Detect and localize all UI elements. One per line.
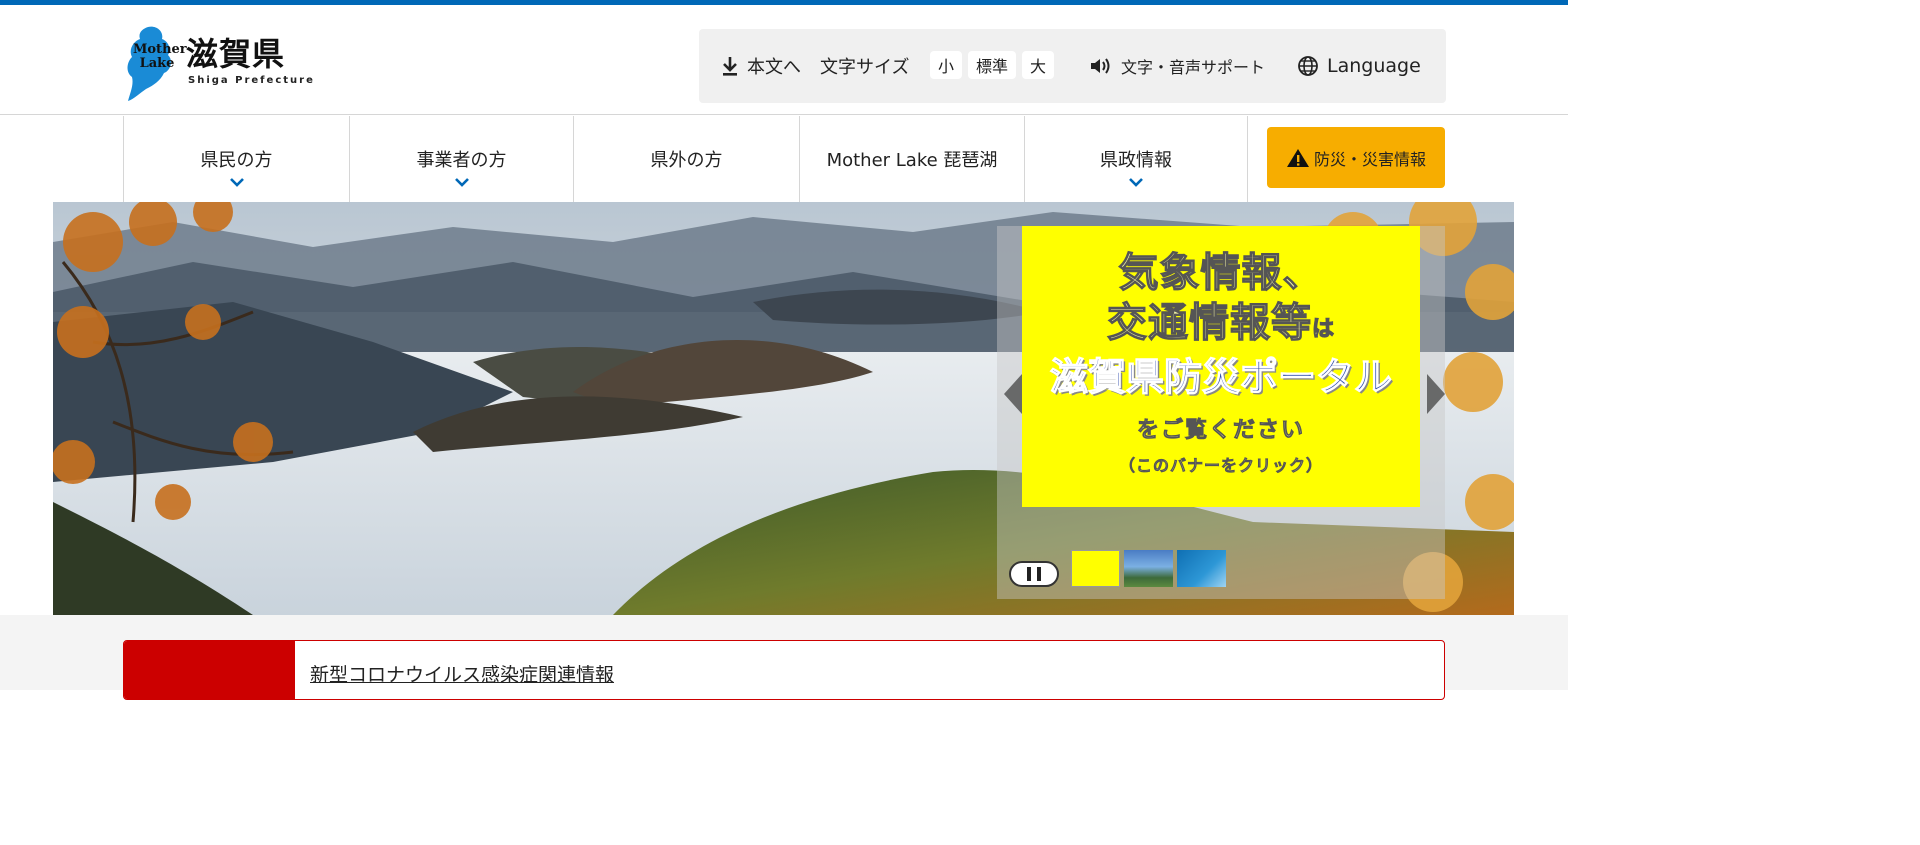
disaster-info-label: 防災・災害情報 [1313, 149, 1426, 169]
font-size-standard-button[interactable]: 標準 [968, 51, 1016, 79]
covid-info-link[interactable]: 新型コロナウイルス感染症関連情報 [310, 660, 614, 687]
font-size-small-button[interactable]: 小 [930, 51, 962, 79]
nav-item-mother-lake[interactable]: Mother Lake 琵琶湖 [799, 116, 1024, 202]
slider-pause-button[interactable] [1009, 561, 1059, 587]
globe-icon [1298, 56, 1318, 76]
banner-line-click: （このバナーをクリック） [1118, 456, 1323, 476]
logo-title: 滋賀県 [186, 35, 286, 73]
language-label: Language [1327, 55, 1421, 77]
slider-panel: 気象情報、 交通情報等は 滋賀県防災ポータル をご覧ください （このバナーをクリ… [997, 226, 1445, 599]
nav-item-government[interactable]: 県政情報 [1024, 116, 1248, 202]
bousai-portal-banner[interactable]: 気象情報、 交通情報等は 滋賀県防災ポータル をご覧ください （このバナーをクリ… [1022, 226, 1420, 507]
banner-line-traffic: 交通情報等は [1022, 290, 1420, 348]
site-header: Mother Lake 滋賀県 Shiga Prefecture 本文へ 文字サ… [0, 5, 1568, 115]
logo-mother-lake-text: Mother Lake [133, 42, 187, 71]
language-link[interactable]: Language [1297, 29, 1421, 103]
chevron-left-icon[interactable] [1002, 372, 1024, 416]
banner-line-traffic-suffix: は [1311, 316, 1335, 342]
chevron-down-icon [1129, 178, 1143, 187]
download-arrow-icon [723, 57, 737, 76]
nav-item-label: Mother Lake 琵琶湖 [826, 150, 998, 171]
warning-icon [1286, 148, 1309, 167]
slide-thumbnail-shiga[interactable] [1177, 550, 1226, 587]
pause-icon [1037, 567, 1041, 581]
banner-line-traffic-text: 交通情報等 [1106, 299, 1312, 346]
slide-thumbnail-lake[interactable] [1124, 550, 1173, 587]
nav-item-residents[interactable]: 県民の方 [123, 116, 349, 202]
skip-to-content-link[interactable]: 本文へ [721, 29, 801, 103]
banner-line-please-see: をご覧ください [1136, 418, 1305, 444]
chevron-down-icon [229, 178, 244, 187]
nav-item-businesses[interactable]: 事業者の方 [349, 116, 573, 202]
pause-icon [1027, 567, 1031, 581]
chevron-right-icon[interactable] [1425, 372, 1447, 416]
notice-red-block [124, 641, 295, 699]
font-size-label: 文字サイズ [820, 57, 910, 78]
speaker-icon [1091, 58, 1110, 74]
voice-support-label: 文字・音声サポート [1121, 58, 1266, 77]
chevron-down-icon [454, 178, 469, 187]
nav-item-label: 県政情報 [1100, 150, 1172, 171]
font-size-large-button[interactable]: 大 [1022, 51, 1054, 79]
covid-notice-box: 新型コロナウイルス感染症関連情報 [123, 640, 1445, 700]
site-logo[interactable]: Mother Lake 滋賀県 Shiga Prefecture [124, 23, 324, 103]
slide-thumbnail-bousai[interactable] [1071, 550, 1120, 587]
skip-to-content-label: 本文へ [747, 57, 801, 78]
nav-item-visitors[interactable]: 県外の方 [573, 116, 799, 202]
nav-item-label: 県外の方 [650, 150, 723, 171]
nav-item-label: 事業者の方 [416, 150, 507, 171]
hero-slider: 気象情報、 交通情報等は 滋賀県防災ポータル をご覧ください （このバナーをクリ… [53, 202, 1514, 615]
voice-support-link[interactable]: 文字・音声サポート [1089, 29, 1265, 103]
nav-item-label: 県民の方 [200, 150, 273, 171]
disaster-info-button[interactable]: 防災・災害情報 [1267, 127, 1445, 188]
banner-line-portal: 滋賀県防災ポータル [1049, 354, 1392, 399]
global-nav: 県民の方 事業者の方 県外の方 Mother Lake 琵琶湖 県政情報 防災・… [0, 116, 1568, 202]
logo-subtitle: Shiga Prefecture [188, 75, 315, 86]
utility-bar: 本文へ 文字サイズ 小 標準 大 文字・音声サポート Language [699, 29, 1446, 103]
notice-area: 新型コロナウイルス感染症関連情報 [0, 615, 1568, 700]
